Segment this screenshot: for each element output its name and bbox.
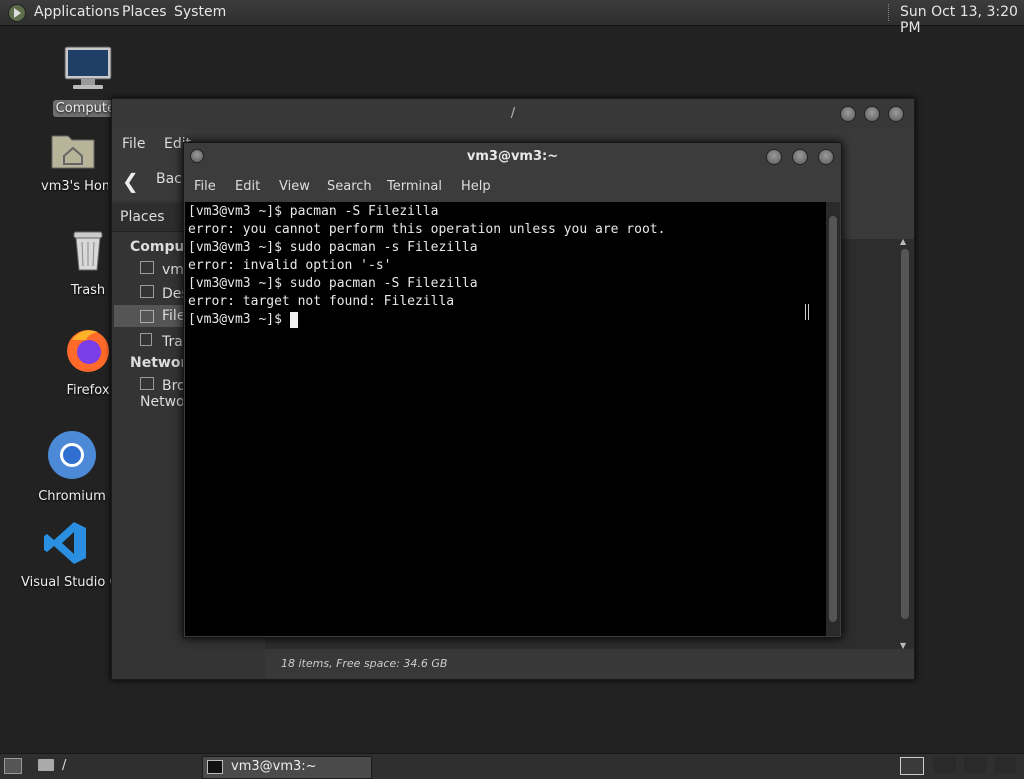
menu-edit[interactable]: Edit: [235, 179, 260, 194]
menu-help[interactable]: Help: [461, 179, 491, 194]
desktop-icon: [140, 285, 154, 298]
terminal-line: error: target not found: Filezilla: [188, 294, 455, 309]
back-arrow-icon[interactable]: ❮: [122, 169, 139, 193]
desktop-icon-vscode[interactable]: Visual Studio Code: [18, 520, 112, 591]
system-menu[interactable]: System: [174, 4, 226, 20]
chromium-icon: [48, 431, 96, 479]
home-folder-icon: [51, 135, 95, 169]
terminal-icon: [207, 760, 223, 774]
text-cursor-icon: [805, 304, 809, 320]
desktop-icon-label: Visual Studio Code: [21, 575, 112, 590]
terminal-line: [vm3@vm3 ~]$ pacman -S Filezilla: [188, 204, 439, 219]
minimize-button[interactable]: [766, 149, 782, 165]
terminal-cursor: [290, 312, 298, 328]
places-menu[interactable]: Places: [122, 4, 167, 20]
menu-search[interactable]: Search: [327, 179, 372, 194]
bottom-panel: / vm3@vm3:~: [0, 753, 1024, 779]
minimize-button[interactable]: [840, 106, 856, 122]
drive-icon: [140, 310, 154, 323]
desktop-icon-label: Chromium: [38, 489, 106, 504]
desktop-icon-label: vm3's Home: [41, 179, 108, 194]
close-button[interactable]: [818, 149, 834, 165]
computer-icon: [64, 46, 112, 89]
terminal-window[interactable]: vm3@vm3:~ File Edit View Search Terminal…: [183, 142, 842, 638]
terminal-line: error: invalid option '-s': [188, 258, 392, 273]
terminal-line: [vm3@vm3 ~]$ sudo pacman -s Filezilla: [188, 240, 478, 255]
menu-terminal[interactable]: Terminal: [387, 179, 442, 194]
close-button[interactable]: [888, 106, 904, 122]
applications-menu-icon[interactable]: [8, 4, 26, 22]
window-menu-button[interactable]: [190, 149, 204, 163]
menu-view[interactable]: View: [279, 179, 310, 194]
window-title: /: [510, 106, 516, 121]
trash-small-icon: [140, 333, 152, 346]
desktop-icon-chromium[interactable]: Chromium: [22, 430, 122, 505]
clock[interactable]: Sun Oct 13, 3:20 PM: [900, 4, 1024, 36]
file-manager-titlebar[interactable]: /: [112, 99, 914, 129]
panel-separator: [888, 4, 891, 21]
terminal-line: [vm3@vm3 ~]$ sudo pacman -S Filezilla: [188, 276, 478, 291]
taskbar-item-terminal[interactable]: vm3@vm3:~: [202, 756, 372, 779]
sidebar-header[interactable]: Places: [120, 209, 165, 225]
workspace-1[interactable]: [900, 757, 924, 775]
terminal-titlebar[interactable]: vm3@vm3:~: [184, 143, 841, 171]
desktop-icon-label: Firefox: [66, 383, 110, 398]
top-panel: Applications Places System Sun Oct 13, 3…: [0, 0, 1024, 36]
workspace-4[interactable]: [994, 757, 1016, 773]
vscode-icon: [44, 522, 86, 564]
scrollbar-thumb[interactable]: [829, 216, 837, 622]
home-icon: [140, 261, 154, 274]
maximize-button[interactable]: [792, 149, 808, 165]
window-title: vm3@vm3:~: [466, 149, 559, 164]
trash-icon: [73, 231, 103, 271]
workspace-2[interactable]: [934, 757, 956, 773]
network-icon: [140, 377, 154, 390]
maximize-button[interactable]: [864, 106, 880, 122]
applications-menu[interactable]: Applications: [34, 4, 120, 20]
desktop-icon-label: Trash: [70, 283, 106, 298]
terminal-output[interactable]: [vm3@vm3 ~]$ pacman -S Filezilla error: …: [185, 202, 826, 636]
terminal-line: error: you cannot perform this operation…: [188, 222, 666, 237]
terminal-menubar: File Edit View Search Terminal Help: [184, 171, 841, 201]
status-bar: 18 items, Free space: 34.6 GB: [265, 649, 914, 679]
menu-file[interactable]: File: [122, 136, 145, 152]
firefox-icon: [67, 330, 109, 372]
desktop-icon-home[interactable]: vm3's Home: [38, 130, 108, 195]
menu-file[interactable]: File: [194, 179, 216, 194]
workspace-3[interactable]: [964, 757, 986, 773]
show-desktop-icon[interactable]: [4, 758, 22, 774]
taskbar-item-label: vm3@vm3:~: [231, 759, 317, 774]
file-view-scrollbar[interactable]: ▲ ▼: [900, 237, 910, 650]
terminal-prompt: [vm3@vm3 ~]$: [188, 312, 290, 327]
status-text: 18 items, Free space: 34.6 GB: [281, 657, 448, 670]
taskbar-item-file-manager[interactable]: /: [62, 758, 66, 773]
scroll-up-icon[interactable]: ▲: [900, 237, 906, 246]
terminal-scrollbar[interactable]: [826, 202, 840, 636]
folder-icon: [38, 759, 54, 771]
